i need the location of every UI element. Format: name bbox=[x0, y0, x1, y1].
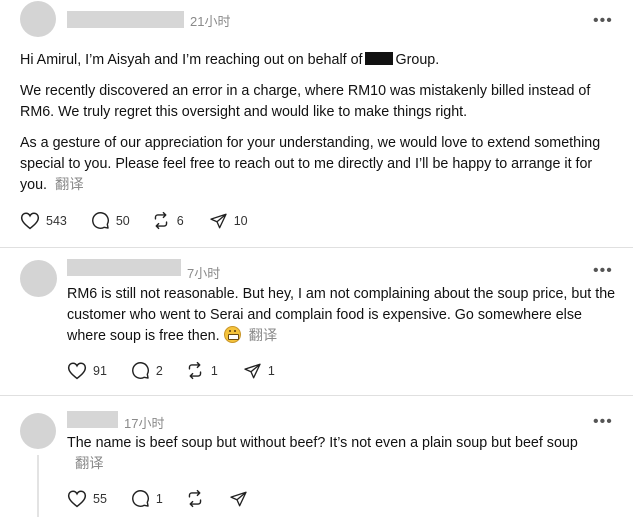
like-button[interactable]: 91 bbox=[67, 361, 107, 380]
post-3: 17小时 ••• The name is beef soup but witho… bbox=[0, 397, 633, 517]
greeting-text-end: Group. bbox=[395, 52, 440, 68]
more-options-icon[interactable]: ••• bbox=[593, 263, 613, 279]
share-button[interactable] bbox=[229, 490, 248, 508]
like-count: 91 bbox=[93, 363, 107, 378]
thread-line bbox=[37, 455, 39, 517]
repost-count: 1 bbox=[210, 363, 218, 378]
username-redacted[interactable] bbox=[67, 11, 184, 28]
post-timestamp: 21小时 bbox=[190, 14, 231, 29]
repost-icon bbox=[188, 361, 202, 380]
reply-body: RM6 is still not reasonable. But hey, I … bbox=[67, 286, 616, 344]
username-redacted[interactable] bbox=[67, 411, 118, 428]
heart-icon bbox=[67, 490, 87, 508]
username-redacted[interactable] bbox=[67, 259, 181, 276]
heart-icon bbox=[20, 212, 40, 230]
repost-button[interactable] bbox=[185, 489, 205, 508]
heart-icon bbox=[67, 362, 87, 380]
repost-icon bbox=[154, 211, 168, 230]
action-bar: 543 50 6 10 bbox=[20, 211, 248, 230]
avatar[interactable] bbox=[20, 1, 56, 37]
greeting-text: Hi Amirul, I’m Aisyah and I’m reaching o… bbox=[20, 52, 363, 68]
post-timestamp: 17小时 bbox=[124, 416, 165, 431]
reply-button[interactable]: 1 bbox=[131, 489, 163, 508]
redacted-brand-name bbox=[364, 52, 393, 65]
send-icon bbox=[210, 213, 227, 228]
repost-icon bbox=[188, 489, 202, 508]
reply-body: The name is beef soup but without beef? … bbox=[67, 435, 578, 451]
repost-count: 6 bbox=[176, 213, 184, 228]
reply-button[interactable]: 50 bbox=[91, 211, 130, 230]
more-options-icon[interactable]: ••• bbox=[593, 13, 613, 29]
post-text-paragraph-3: As a gesture of our appreciation for you… bbox=[20, 133, 620, 196]
action-bar: 91 2 1 1 bbox=[67, 361, 275, 380]
grimacing-face-icon bbox=[223, 326, 241, 343]
paragraph-3-text: As a gesture of our appreciation for you… bbox=[20, 135, 601, 193]
like-count: 543 bbox=[46, 213, 67, 228]
post-2: 7小时 ••• RM6 is still not reasonable. But… bbox=[0, 250, 633, 395]
comment-icon bbox=[91, 212, 109, 229]
share-count: 10 bbox=[233, 213, 248, 228]
action-bar: 55 1 bbox=[67, 489, 248, 508]
send-icon bbox=[244, 363, 261, 378]
comment-icon bbox=[131, 362, 149, 379]
avatar[interactable] bbox=[20, 413, 56, 449]
reply-text: RM6 is still not reasonable. But hey, I … bbox=[67, 284, 617, 347]
share-count: 1 bbox=[267, 363, 275, 378]
repost-button[interactable]: 1 bbox=[185, 361, 218, 380]
send-icon bbox=[230, 491, 247, 506]
like-count: 55 bbox=[93, 491, 107, 506]
translate-link[interactable]: 翻译 bbox=[75, 456, 104, 472]
comment-icon bbox=[131, 490, 149, 507]
divider bbox=[0, 247, 633, 248]
post-timestamp: 7小时 bbox=[187, 266, 221, 281]
reply-count: 1 bbox=[155, 491, 163, 506]
more-options-icon[interactable]: ••• bbox=[593, 414, 613, 430]
divider bbox=[0, 395, 633, 396]
translate-link[interactable]: 翻译 bbox=[249, 328, 278, 344]
avatar[interactable] bbox=[20, 260, 57, 297]
share-button[interactable]: 10 bbox=[209, 212, 248, 230]
like-button[interactable]: 55 bbox=[67, 489, 107, 508]
post-text-paragraph-2: We recently discovered an error in a cha… bbox=[20, 83, 591, 120]
reply-button[interactable]: 2 bbox=[131, 361, 163, 380]
reply-count: 2 bbox=[155, 363, 163, 378]
post-text: Hi Amirul, I’m Aisyah and I’m reaching o… bbox=[20, 50, 620, 71]
reply-text: The name is beef soup but without beef? … bbox=[67, 433, 597, 475]
like-button[interactable]: 543 bbox=[20, 211, 67, 230]
repost-button[interactable]: 6 bbox=[151, 211, 184, 230]
reply-count: 50 bbox=[115, 213, 130, 228]
post-1: 21小时 ••• Hi Amirul, I’m Aisyah and I’m r… bbox=[0, 0, 633, 250]
translate-link[interactable]: 翻译 bbox=[55, 177, 84, 193]
share-button[interactable]: 1 bbox=[243, 362, 275, 380]
